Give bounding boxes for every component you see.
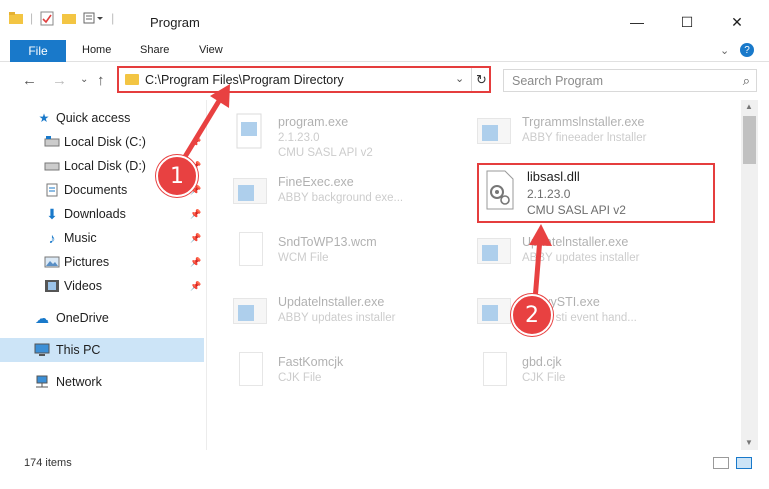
arrow-1-head (210, 84, 230, 108)
step-badge-1: 1 (156, 155, 198, 197)
arrow-2-shaft (532, 235, 543, 303)
step-badge-2: 2 (511, 294, 553, 336)
arrow-1-shaft (180, 93, 225, 163)
annotation-arrows (180, 84, 552, 303)
arrow-2-head (529, 224, 552, 246)
